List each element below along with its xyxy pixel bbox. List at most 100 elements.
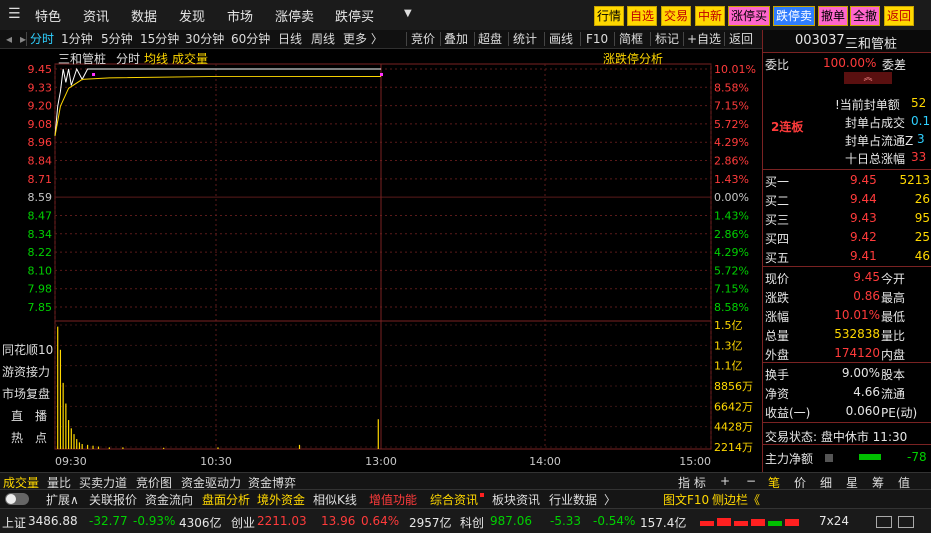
y-tick-label: 8.96 <box>28 136 53 149</box>
tool-add-favorite[interactable]: +自选 <box>687 30 721 48</box>
menu-item-limitup-sell[interactable]: 涨停卖 <box>275 6 314 25</box>
bid-price[interactable]: 9.45 <box>850 173 877 187</box>
index-label[interactable]: 科创 <box>460 514 484 531</box>
pct-tick-label: 4.29% <box>714 136 749 149</box>
zoom-out-button[interactable]: − <box>746 474 756 488</box>
tab-value-added[interactable]: 增值功能 <box>369 491 417 508</box>
pct-tick-label: 5.72% <box>714 118 749 131</box>
chevron-down-icon[interactable]: ▼ <box>404 8 412 19</box>
tab-expand[interactable]: 扩展∧ <box>46 491 79 508</box>
side-button-review[interactable]: 市场复盘 <box>2 385 50 402</box>
limit-analysis-link[interactable]: 涨跌停分析 <box>603 50 663 67</box>
toggle-switch[interactable] <box>5 493 29 505</box>
quick-button-7[interactable]: 全撤 <box>850 6 881 26</box>
bid-price[interactable]: 9.43 <box>850 211 877 225</box>
tab-news[interactable]: 综合资讯 <box>430 491 478 508</box>
tab-capital-flow[interactable]: 资金流向 <box>145 491 193 508</box>
tab-period-15min[interactable]: 15分钟 <box>140 30 179 48</box>
board-streak-badge: 2连板 <box>771 120 804 134</box>
pct-tick-label: 5.72% <box>714 264 749 277</box>
tool-stats[interactable]: 统计 <box>513 30 537 48</box>
volume-tick-label: 8856万 <box>714 380 753 393</box>
bid-volume: 46 <box>914 249 930 263</box>
legend-avg-line[interactable]: 均线 <box>144 50 168 67</box>
window-icon[interactable] <box>876 516 892 528</box>
quote-label: 总量 <box>765 329 790 343</box>
tab-related-quotes[interactable]: 关联报价 <box>89 491 137 508</box>
toggle-icon[interactable] <box>825 454 833 462</box>
quote-value: 9.00% <box>841 366 880 380</box>
tab-period-week[interactable]: 周线 <box>311 30 335 48</box>
menu-icon[interactable]: ☰ <box>8 6 21 22</box>
timeshare-chart[interactable]: 9.45 10.01% 9.33 8.58% 9.20 7.15% 9.08 5.72% 8.9… <box>0 49 762 472</box>
tab-more-arrow[interactable]: 〉 <box>604 491 616 508</box>
menu-item-data[interactable]: 数据 <box>131 6 157 25</box>
legend-volume[interactable]: 成交量 <box>172 50 208 67</box>
side-button-hot[interactable]: 热 点 <box>11 429 47 446</box>
menu-item-discover[interactable]: 发现 <box>179 6 205 25</box>
tab-period-more[interactable]: 更多 〉 <box>343 30 383 48</box>
quick-button-2[interactable]: 交易 <box>661 6 692 26</box>
tool-overlay[interactable]: 叠加 <box>444 30 468 48</box>
pct-tick-label: 10.01% <box>714 63 756 76</box>
bid-volume: 95 <box>914 211 930 225</box>
index-label[interactable]: 上证 <box>2 514 26 531</box>
volume-tick-label: 4428万 <box>714 421 753 434</box>
chart-mode-label: 分时 <box>116 52 141 66</box>
tab-period-5min[interactable]: 5分钟 <box>101 30 133 48</box>
tab-sector-news[interactable]: 板块资讯 <box>492 491 540 508</box>
quick-button-8[interactable]: 返回 <box>884 6 915 26</box>
tool-back[interactable]: 返回 <box>729 30 753 48</box>
layout-icon[interactable] <box>898 516 914 528</box>
tool-auction[interactable]: 竞价 <box>411 30 435 48</box>
quote-label: 涨幅 <box>765 310 790 324</box>
bid-price[interactable]: 9.44 <box>850 192 877 206</box>
top-menu-bar: ☰ 特色 资讯 数据 发现 市场 涨停卖 跌停买 ▼ 行情 自选 交易 中新 涨停买 跌停… <box>0 0 931 31</box>
zoom-in-button[interactable]: + <box>720 474 730 488</box>
index-label[interactable]: 创业 <box>231 514 255 531</box>
quick-button-3[interactable]: 中新 <box>695 6 726 26</box>
quick-button-1[interactable]: 自选 <box>627 6 658 26</box>
expand-icon[interactable]: ︽ <box>844 72 892 84</box>
quick-button-5[interactable]: 跌停卖 <box>773 6 816 26</box>
stock-name: 三和管桩 <box>845 37 898 52</box>
tool-simple-frame[interactable]: 简框 <box>619 30 643 48</box>
index-change-pct: -0.93% <box>133 514 176 528</box>
tool-draw[interactable]: 画线 <box>549 30 573 48</box>
pct-tick-label: 7.15% <box>714 100 749 113</box>
menu-item-limitdown-buy[interactable]: 跌停买 <box>335 6 374 25</box>
bid-price[interactable]: 9.42 <box>850 230 877 244</box>
tab-sidebar[interactable]: 侧边栏《 <box>712 491 760 508</box>
tab-f10[interactable]: 图文F10 <box>663 491 709 508</box>
chevron-left-icon[interactable]: ◂ <box>6 30 12 48</box>
tool-f10[interactable]: F10 <box>586 30 608 48</box>
tab-market-analysis[interactable]: 盘面分析 <box>202 491 250 508</box>
quote-label: 换手 <box>765 368 790 382</box>
tab-foreign-capital[interactable]: 境外资金 <box>257 491 305 508</box>
quick-button-0[interactable]: 行情 <box>594 6 625 26</box>
bid-label: 买一 <box>765 175 790 189</box>
news-7x24-link[interactable]: 7x24 <box>819 514 849 528</box>
quick-button-6[interactable]: 撤单 <box>818 6 849 26</box>
menu-item-features[interactable]: 特色 <box>35 6 61 25</box>
tab-period-60min[interactable]: 60分钟 <box>231 30 270 48</box>
tab-period-day[interactable]: 日线 <box>278 30 302 48</box>
net-inflow-value: -78 <box>907 450 927 464</box>
y-tick-label: 9.20 <box>28 100 53 113</box>
tool-superpan[interactable]: 超盘 <box>478 30 502 48</box>
index-turnover: 157.4亿 <box>640 516 687 530</box>
tab-period-timeshare[interactable]: 分时 <box>30 30 54 48</box>
menu-item-market[interactable]: 市场 <box>227 6 253 25</box>
menu-item-news[interactable]: 资讯 <box>83 6 109 25</box>
chart-canvas[interactable]: 9.45 10.01% 9.33 8.58% 9.20 7.15% 9.08 5.72% 8.9… <box>0 49 762 472</box>
quick-button-4[interactable]: 涨停买 <box>728 6 771 26</box>
tab-period-1min[interactable]: 1分钟 <box>61 30 93 48</box>
bid-price[interactable]: 9.41 <box>850 249 877 263</box>
tab-similar-k[interactable]: 相似K线 <box>313 491 357 508</box>
tab-period-30min[interactable]: 30分钟 <box>185 30 224 48</box>
side-button-ths10[interactable]: 同花顺10 <box>2 341 53 358</box>
tool-mark[interactable]: 标记 <box>655 30 679 48</box>
tab-industry-data[interactable]: 行业数据 <box>549 491 597 508</box>
side-button-live[interactable]: 直 播 <box>11 407 47 424</box>
side-button-relay[interactable]: 游资接力 <box>2 363 50 380</box>
